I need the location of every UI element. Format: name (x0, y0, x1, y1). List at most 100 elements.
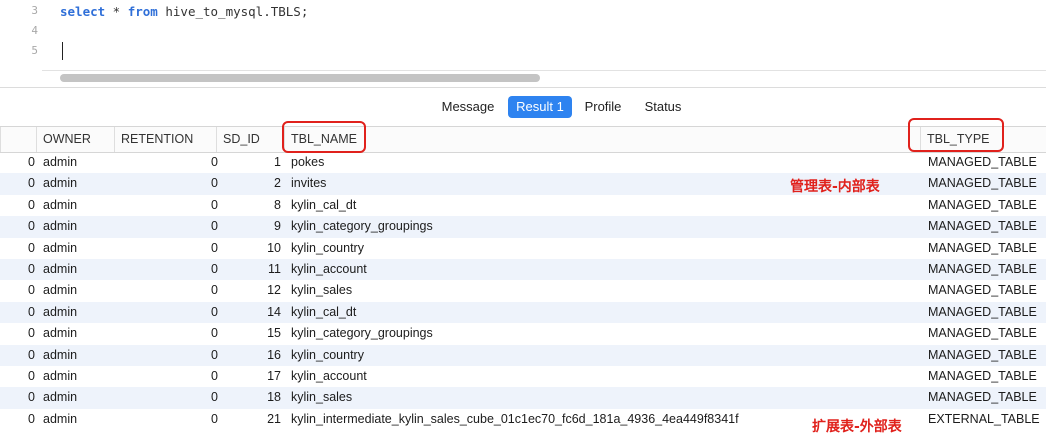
cell-tbl-name[interactable]: invites (291, 173, 791, 194)
row-header-corner[interactable] (0, 127, 36, 152)
cell-sd-id[interactable]: 2 (245, 173, 281, 194)
cell-retention[interactable]: 0 (200, 216, 218, 237)
cell-tbl-name[interactable]: kylin_category_groupings (291, 216, 791, 237)
cell-sd-id[interactable]: 15 (245, 323, 281, 344)
cell-sd-id[interactable]: 14 (245, 302, 281, 323)
cell-tbl-name[interactable]: kylin_account (291, 366, 791, 387)
horizontal-scrollbar[interactable] (60, 74, 1046, 82)
row-index[interactable]: 0 (28, 280, 40, 301)
table-row[interactable]: 0 admin 0 17 kylin_account MANAGED_TABLE (0, 366, 1046, 387)
cell-tbl-type[interactable]: EXTERNAL_TABLE (928, 409, 1043, 430)
cell-retention[interactable]: 0 (200, 366, 218, 387)
row-index[interactable]: 0 (28, 302, 40, 323)
cell-owner[interactable]: admin (43, 216, 113, 237)
cell-retention[interactable]: 0 (200, 345, 218, 366)
cell-retention[interactable]: 0 (200, 152, 218, 173)
column-header-retention[interactable]: RETENTION (114, 127, 216, 152)
tab-profile[interactable]: Profile (578, 96, 628, 118)
row-index[interactable]: 0 (28, 345, 40, 366)
cell-tbl-type[interactable]: MANAGED_TABLE (928, 152, 1043, 173)
cell-tbl-name[interactable]: kylin_sales (291, 387, 791, 408)
cell-sd-id[interactable]: 18 (245, 387, 281, 408)
table-row[interactable]: 0 admin 0 15 kylin_category_groupings MANAGED… (0, 323, 1046, 344)
cell-sd-id[interactable]: 12 (245, 280, 281, 301)
table-row[interactable]: 0 admin 0 11 kylin_account MANAGED_TABLE (0, 259, 1046, 281)
cell-sd-id[interactable]: 1 (245, 152, 281, 173)
column-header-tbl-name[interactable]: TBL_NAME (284, 127, 920, 152)
cell-tbl-type[interactable]: MANAGED_TABLE (928, 366, 1043, 387)
row-index[interactable]: 0 (28, 259, 40, 280)
cell-retention[interactable]: 0 (200, 302, 218, 323)
cell-owner[interactable]: admin (43, 280, 113, 301)
code-line[interactable]: select * from hive_to_mysql.TBLS; (60, 4, 308, 19)
table-row[interactable]: 0 admin 0 14 kylin_cal_dt MANAGED_TABLE (0, 301, 1046, 324)
row-index[interactable]: 0 (28, 323, 40, 344)
cell-tbl-name[interactable]: kylin_country (291, 345, 791, 366)
cell-tbl-type[interactable]: MANAGED_TABLE (928, 345, 1043, 366)
cell-owner[interactable]: admin (43, 173, 113, 194)
cell-retention[interactable]: 0 (200, 195, 218, 216)
tab-result-1[interactable]: Result 1 (508, 96, 572, 118)
cell-sd-id[interactable]: 9 (245, 216, 281, 237)
cell-retention[interactable]: 0 (200, 259, 218, 280)
cell-sd-id[interactable]: 17 (245, 366, 281, 387)
row-index[interactable]: 0 (28, 152, 40, 173)
cell-tbl-name[interactable]: kylin_category_groupings (291, 323, 791, 344)
table-row[interactable]: 0 admin 0 8 kylin_cal_dt MANAGED_TABLE (0, 195, 1046, 216)
cell-owner[interactable]: admin (43, 409, 113, 430)
cell-tbl-name[interactable]: kylin_country (291, 238, 791, 259)
cell-owner[interactable]: admin (43, 152, 113, 173)
cell-tbl-type[interactable]: MANAGED_TABLE (928, 238, 1043, 259)
tab-message[interactable]: Message (436, 96, 500, 118)
row-index[interactable]: 0 (28, 366, 40, 387)
cell-tbl-name[interactable]: kylin_account (291, 259, 791, 280)
cell-tbl-type[interactable]: MANAGED_TABLE (928, 195, 1043, 216)
cell-retention[interactable]: 0 (200, 323, 218, 344)
table-row[interactable]: 0 admin 0 1 pokes MANAGED_TABLE (0, 152, 1046, 173)
cell-tbl-name[interactable]: kylin_cal_dt (291, 195, 791, 216)
scrollbar-thumb[interactable] (60, 74, 540, 82)
column-header-owner[interactable]: OWNER (36, 127, 114, 152)
tab-status[interactable]: Status (638, 96, 688, 118)
cell-retention[interactable]: 0 (200, 409, 218, 430)
table-row[interactable]: 0 admin 0 9 kylin_category_groupings MANAGED_… (0, 216, 1046, 238)
cell-owner[interactable]: admin (43, 302, 113, 323)
cell-owner[interactable]: admin (43, 195, 113, 216)
row-index[interactable]: 0 (28, 195, 40, 216)
row-index[interactable]: 0 (28, 216, 40, 237)
row-index[interactable]: 0 (28, 409, 40, 430)
cell-tbl-name[interactable]: kylin_cal_dt (291, 302, 791, 323)
table-row[interactable]: 0 admin 0 16 kylin_country MANAGED_TABLE (0, 344, 1046, 366)
cell-owner[interactable]: admin (43, 345, 113, 366)
cell-owner[interactable]: admin (43, 323, 113, 344)
cell-tbl-type[interactable]: MANAGED_TABLE (928, 259, 1043, 280)
column-header-tbl-type[interactable]: TBL_TYPE (920, 127, 1046, 152)
cell-tbl-name[interactable]: kylin_sales (291, 280, 791, 301)
cell-owner[interactable]: admin (43, 259, 113, 280)
cell-sd-id[interactable]: 21 (245, 409, 281, 430)
cell-tbl-type[interactable]: MANAGED_TABLE (928, 302, 1043, 323)
sql-editor[interactable]: 3 4 5 select * from hive_to_mysql.TBLS; (0, 0, 1046, 88)
cell-tbl-name[interactable]: kylin_intermediate_kylin_sales_cube_01c1… (291, 409, 791, 430)
cell-sd-id[interactable]: 10 (245, 238, 281, 259)
cell-tbl-name[interactable]: pokes (291, 152, 791, 173)
cell-tbl-type[interactable]: MANAGED_TABLE (928, 323, 1043, 344)
cell-tbl-type[interactable]: MANAGED_TABLE (928, 387, 1043, 408)
cell-owner[interactable]: admin (43, 366, 113, 387)
cell-sd-id[interactable]: 16 (245, 345, 281, 366)
cell-retention[interactable]: 0 (200, 173, 218, 194)
row-index[interactable]: 0 (28, 387, 40, 408)
cell-tbl-type[interactable]: MANAGED_TABLE (928, 280, 1043, 301)
cell-retention[interactable]: 0 (200, 280, 218, 301)
cell-owner[interactable]: admin (43, 238, 113, 259)
cell-tbl-type[interactable]: MANAGED_TABLE (928, 173, 1043, 194)
cell-sd-id[interactable]: 11 (245, 259, 281, 280)
cell-retention[interactable]: 0 (200, 387, 218, 408)
table-row[interactable]: 0 admin 0 2 invites MANAGED_TABLE (0, 173, 1046, 195)
cell-sd-id[interactable]: 8 (245, 195, 281, 216)
column-header-sd-id[interactable]: SD_ID (216, 127, 284, 152)
cell-tbl-type[interactable]: MANAGED_TABLE (928, 216, 1043, 237)
cell-owner[interactable]: admin (43, 387, 113, 408)
table-row[interactable]: 0 admin 0 18 kylin_sales MANAGED_TABLE (0, 387, 1046, 409)
row-index[interactable]: 0 (28, 173, 40, 194)
